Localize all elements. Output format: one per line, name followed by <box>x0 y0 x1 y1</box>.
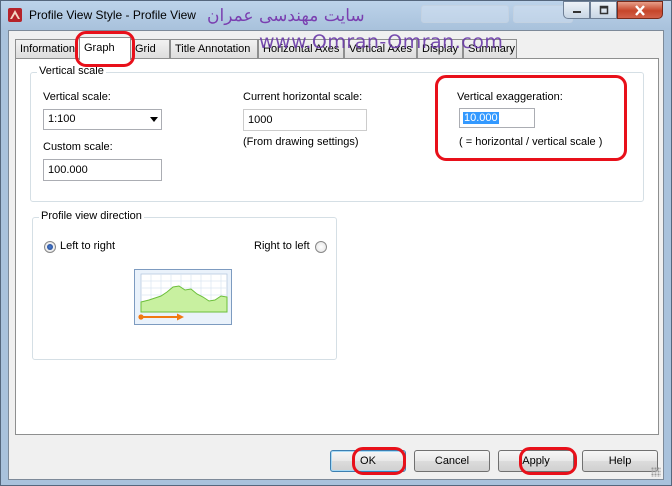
group-title: Profile view direction <box>39 210 144 222</box>
current-horizontal-scale-label: Current horizontal scale: <box>243 91 363 103</box>
custom-scale-label: Custom scale: <box>43 141 113 153</box>
background-tab <box>421 5 509 23</box>
dialog-window: Profile View Style - Profile View سایت م… <box>0 0 672 486</box>
minimize-icon <box>572 11 581 13</box>
window-title: Profile View Style - Profile View <box>29 8 196 22</box>
profile-view-preview-icon <box>138 273 228 321</box>
annotation-highlight-graph-tab <box>75 31 135 67</box>
custom-scale-value: 100.000 <box>48 164 88 176</box>
close-button[interactable] <box>617 1 663 19</box>
cancel-button[interactable]: Cancel <box>414 450 490 472</box>
help-button[interactable]: Help <box>582 450 658 472</box>
minimize-button[interactable] <box>563 1 590 19</box>
right-to-left-radio[interactable] <box>315 241 327 253</box>
civil-3d-icon <box>8 8 22 22</box>
watermark-url: www.Omran-Omran.com <box>259 31 504 53</box>
annotation-highlight-ok <box>352 447 406 475</box>
title-bar[interactable]: Profile View Style - Profile View سایت م… <box>1 1 671 29</box>
annotation-highlight-exaggeration <box>435 75 627 161</box>
current-horizontal-scale-field: 1000 <box>243 109 367 131</box>
watermark-text: سایت مهندسی عمران <box>207 6 365 26</box>
tab-title-annotation[interactable]: Title Annotation <box>170 39 258 59</box>
profile-view-preview-icon <box>134 269 232 325</box>
close-icon <box>635 4 645 16</box>
tab-grid[interactable]: Grid <box>130 39 170 59</box>
vertical-scale-label: Vertical scale: <box>43 91 111 103</box>
current-horizontal-scale-value: 1000 <box>248 114 273 126</box>
profile-view-direction-group: Profile view direction Left to right Rig… <box>32 210 337 360</box>
vertical-scale-dropdown[interactable]: 1:100 <box>43 109 162 130</box>
resize-grip[interactable] <box>651 467 661 477</box>
left-to-right-radio[interactable] <box>44 241 56 253</box>
maximize-button[interactable] <box>590 1 617 19</box>
custom-scale-field[interactable]: 100.000 <box>43 159 162 181</box>
tab-information[interactable]: Information <box>15 39 77 59</box>
maximize-icon <box>599 5 608 15</box>
chevron-down-icon[interactable] <box>150 117 158 122</box>
vertical-scale-value: 1:100 <box>48 113 76 125</box>
annotation-highlight-apply <box>519 447 577 475</box>
left-to-right-label[interactable]: Left to right <box>60 240 115 252</box>
right-to-left-label[interactable]: Right to left <box>254 240 310 252</box>
from-drawing-note: (From drawing settings) <box>243 136 359 148</box>
